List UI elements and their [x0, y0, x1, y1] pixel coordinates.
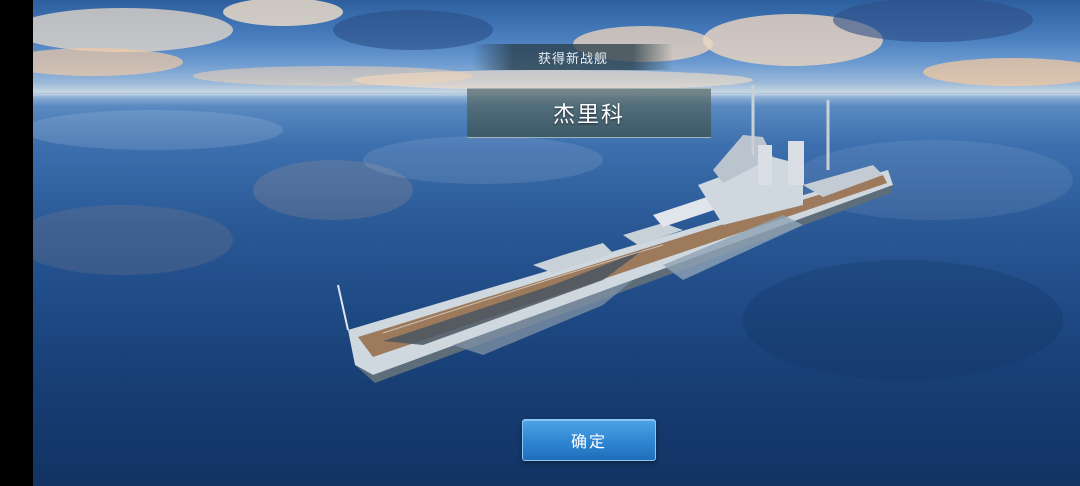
left-black-bar: [0, 0, 33, 486]
confirm-button[interactable]: 确定: [522, 419, 656, 461]
confirm-button-label: 确定: [570, 432, 607, 451]
ship-name-plate: 杰里科: [467, 88, 711, 138]
reward-header-banner: 获得新战舰: [473, 44, 673, 70]
reward-header-text: 获得新战舰: [537, 51, 608, 67]
ship-name-text: 杰里科: [552, 103, 625, 128]
game-scene: 获得新战舰 杰里科 确定: [33, 0, 1080, 486]
